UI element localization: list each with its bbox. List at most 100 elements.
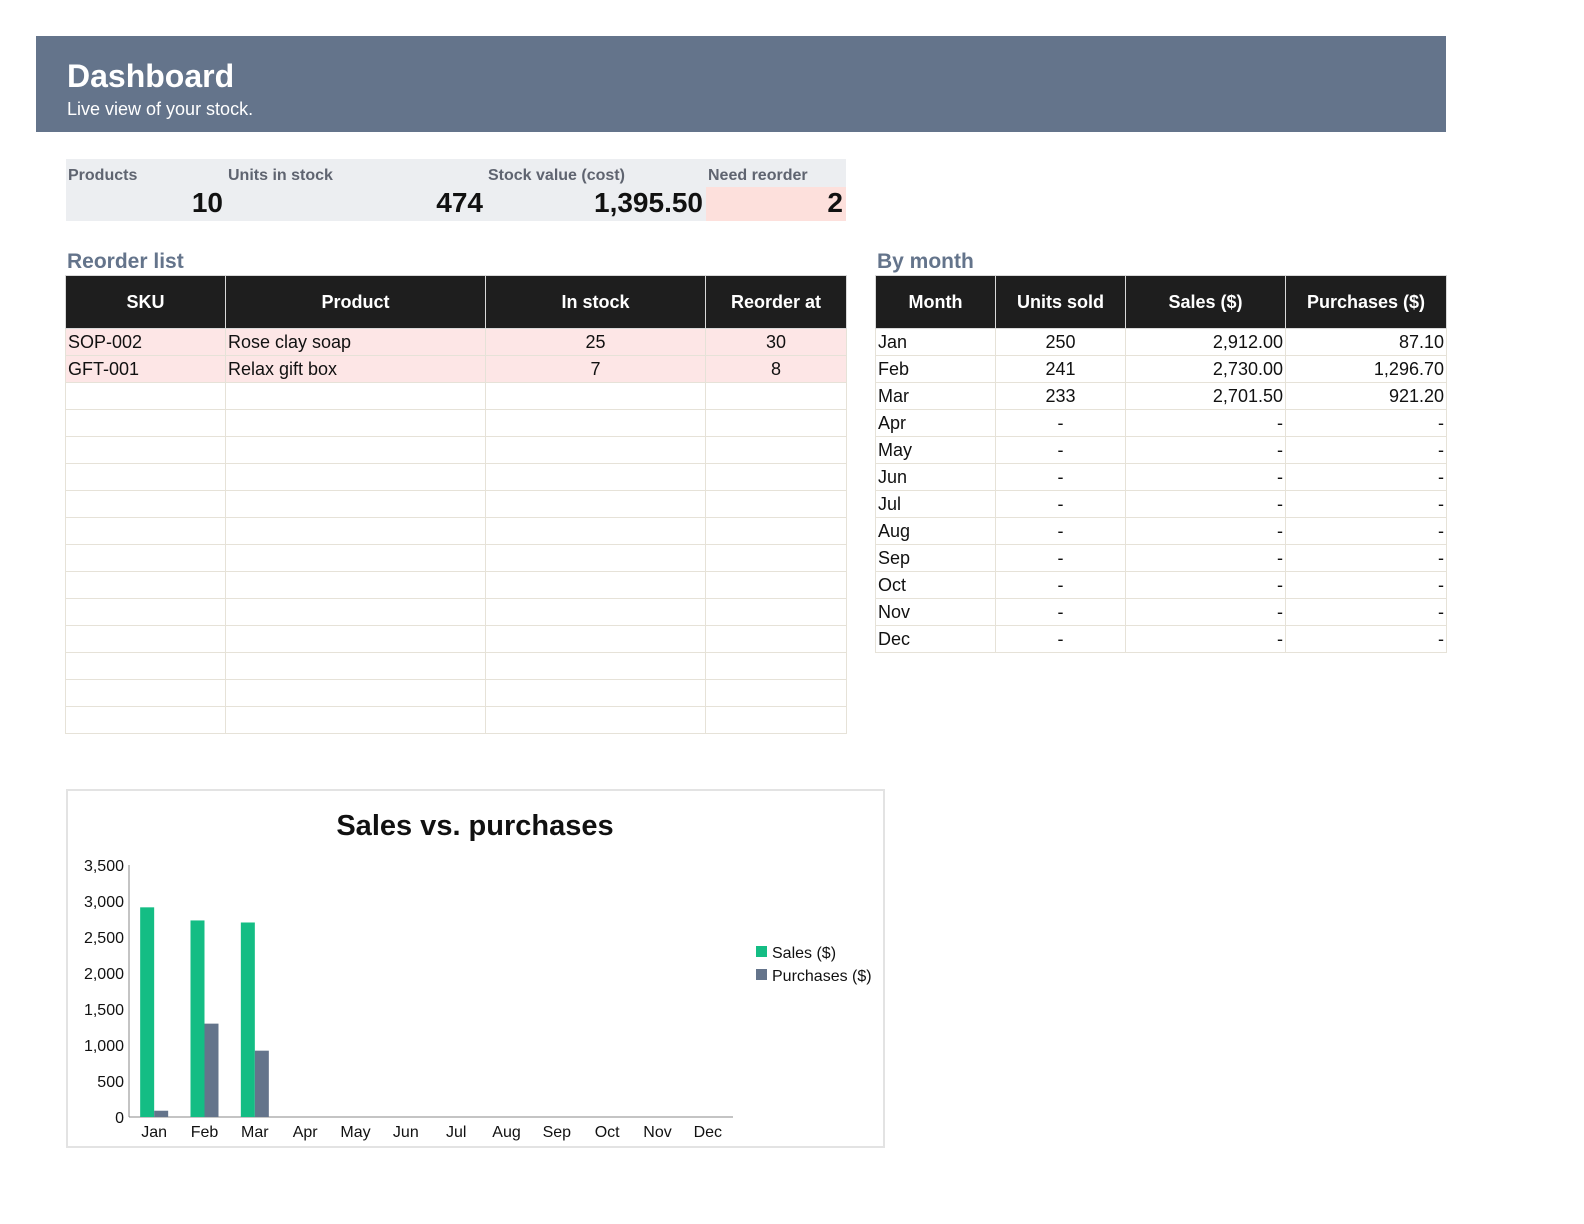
- empty-cell[interactable]: [65, 490, 226, 518]
- cell-purchases[interactable]: -: [1285, 490, 1447, 518]
- cell-units-sold[interactable]: -: [995, 571, 1126, 599]
- cell-product[interactable]: Relax gift box: [225, 355, 486, 383]
- empty-table-row[interactable]: [65, 409, 847, 437]
- cell-in-stock[interactable]: 25: [485, 328, 706, 356]
- empty-cell[interactable]: [65, 652, 226, 680]
- empty-table-row[interactable]: [65, 598, 847, 626]
- empty-cell[interactable]: [225, 706, 486, 734]
- empty-cell[interactable]: [65, 625, 226, 653]
- empty-cell[interactable]: [705, 382, 847, 410]
- table-row[interactable]: Jul - - -: [875, 490, 1447, 518]
- empty-cell[interactable]: [225, 409, 486, 437]
- empty-table-row[interactable]: [65, 706, 847, 734]
- empty-cell[interactable]: [65, 598, 226, 626]
- empty-cell[interactable]: [705, 463, 847, 491]
- cell-purchases[interactable]: -: [1285, 544, 1447, 572]
- cell-sales[interactable]: 2,912.00: [1125, 328, 1286, 356]
- cell-month[interactable]: Jul: [875, 490, 996, 518]
- empty-cell[interactable]: [705, 679, 847, 707]
- empty-cell[interactable]: [705, 517, 847, 545]
- empty-table-row[interactable]: [65, 517, 847, 545]
- empty-cell[interactable]: [225, 436, 486, 464]
- cell-month[interactable]: Jun: [875, 463, 996, 491]
- column-header-in-stock[interactable]: In stock: [485, 275, 706, 329]
- sales-vs-purchases-chart[interactable]: Sales vs. purchases 0 500 1,000 1,500 2,000 2…: [66, 789, 885, 1148]
- empty-table-row[interactable]: [65, 571, 847, 599]
- empty-cell[interactable]: [225, 652, 486, 680]
- table-row[interactable]: Nov - - -: [875, 598, 1447, 626]
- table-row[interactable]: Jun - - -: [875, 463, 1447, 491]
- empty-cell[interactable]: [485, 544, 706, 572]
- table-row[interactable]: Mar 233 2,701.50 921.20: [875, 382, 1447, 410]
- column-header-sales[interactable]: Sales ($): [1125, 275, 1286, 329]
- empty-table-row[interactable]: [65, 544, 847, 572]
- empty-cell[interactable]: [485, 571, 706, 599]
- cell-month[interactable]: May: [875, 436, 996, 464]
- cell-sales[interactable]: -: [1125, 544, 1286, 572]
- cell-purchases[interactable]: -: [1285, 463, 1447, 491]
- empty-cell[interactable]: [485, 382, 706, 410]
- cell-month[interactable]: Dec: [875, 625, 996, 653]
- empty-cell[interactable]: [65, 463, 226, 491]
- empty-cell[interactable]: [225, 571, 486, 599]
- empty-cell[interactable]: [705, 490, 847, 518]
- cell-sales[interactable]: -: [1125, 463, 1286, 491]
- empty-table-row[interactable]: [65, 436, 847, 464]
- empty-cell[interactable]: [485, 598, 706, 626]
- cell-month[interactable]: Aug: [875, 517, 996, 545]
- cell-sales[interactable]: 2,701.50: [1125, 382, 1286, 410]
- cell-units-sold[interactable]: 241: [995, 355, 1126, 383]
- empty-table-row[interactable]: [65, 490, 847, 518]
- empty-cell[interactable]: [705, 625, 847, 653]
- empty-cell[interactable]: [65, 409, 226, 437]
- cell-month[interactable]: Sep: [875, 544, 996, 572]
- empty-table-row[interactable]: [65, 625, 847, 653]
- cell-purchases[interactable]: -: [1285, 598, 1447, 626]
- empty-cell[interactable]: [225, 490, 486, 518]
- cell-purchases[interactable]: 1,296.70: [1285, 355, 1447, 383]
- cell-units-sold[interactable]: -: [995, 409, 1126, 437]
- empty-cell[interactable]: [485, 463, 706, 491]
- empty-cell[interactable]: [225, 382, 486, 410]
- empty-cell[interactable]: [705, 409, 847, 437]
- table-row[interactable]: Feb 241 2,730.00 1,296.70: [875, 355, 1447, 383]
- empty-cell[interactable]: [65, 571, 226, 599]
- empty-cell[interactable]: [65, 544, 226, 572]
- cell-month[interactable]: Nov: [875, 598, 996, 626]
- cell-in-stock[interactable]: 7: [485, 355, 706, 383]
- empty-cell[interactable]: [485, 409, 706, 437]
- column-header-purchases[interactable]: Purchases ($): [1285, 275, 1447, 329]
- empty-cell[interactable]: [65, 517, 226, 545]
- empty-cell[interactable]: [225, 463, 486, 491]
- column-header-reorder-at[interactable]: Reorder at: [705, 275, 847, 329]
- empty-table-row[interactable]: [65, 463, 847, 491]
- empty-table-row[interactable]: [65, 679, 847, 707]
- empty-cell[interactable]: [705, 544, 847, 572]
- table-row[interactable]: May - - -: [875, 436, 1447, 464]
- table-row[interactable]: Oct - - -: [875, 571, 1447, 599]
- cell-purchases[interactable]: -: [1285, 436, 1447, 464]
- cell-month[interactable]: Mar: [875, 382, 996, 410]
- empty-cell[interactable]: [705, 598, 847, 626]
- empty-cell[interactable]: [225, 517, 486, 545]
- column-header-month[interactable]: Month: [875, 275, 996, 329]
- cell-reorder-at[interactable]: 8: [705, 355, 847, 383]
- empty-cell[interactable]: [485, 706, 706, 734]
- empty-cell[interactable]: [225, 544, 486, 572]
- empty-cell[interactable]: [485, 652, 706, 680]
- column-header-sku[interactable]: SKU: [65, 275, 226, 329]
- cell-month[interactable]: Jan: [875, 328, 996, 356]
- cell-sku[interactable]: SOP-002: [65, 328, 226, 356]
- table-row[interactable]: Sep - - -: [875, 544, 1447, 572]
- cell-sales[interactable]: -: [1125, 409, 1286, 437]
- cell-purchases[interactable]: -: [1285, 409, 1447, 437]
- empty-cell[interactable]: [485, 679, 706, 707]
- empty-cell[interactable]: [65, 706, 226, 734]
- empty-cell[interactable]: [485, 436, 706, 464]
- empty-cell[interactable]: [65, 382, 226, 410]
- cell-units-sold[interactable]: 233: [995, 382, 1126, 410]
- cell-sales[interactable]: 2,730.00: [1125, 355, 1286, 383]
- cell-month[interactable]: Oct: [875, 571, 996, 599]
- empty-table-row[interactable]: [65, 382, 847, 410]
- cell-sales[interactable]: -: [1125, 571, 1286, 599]
